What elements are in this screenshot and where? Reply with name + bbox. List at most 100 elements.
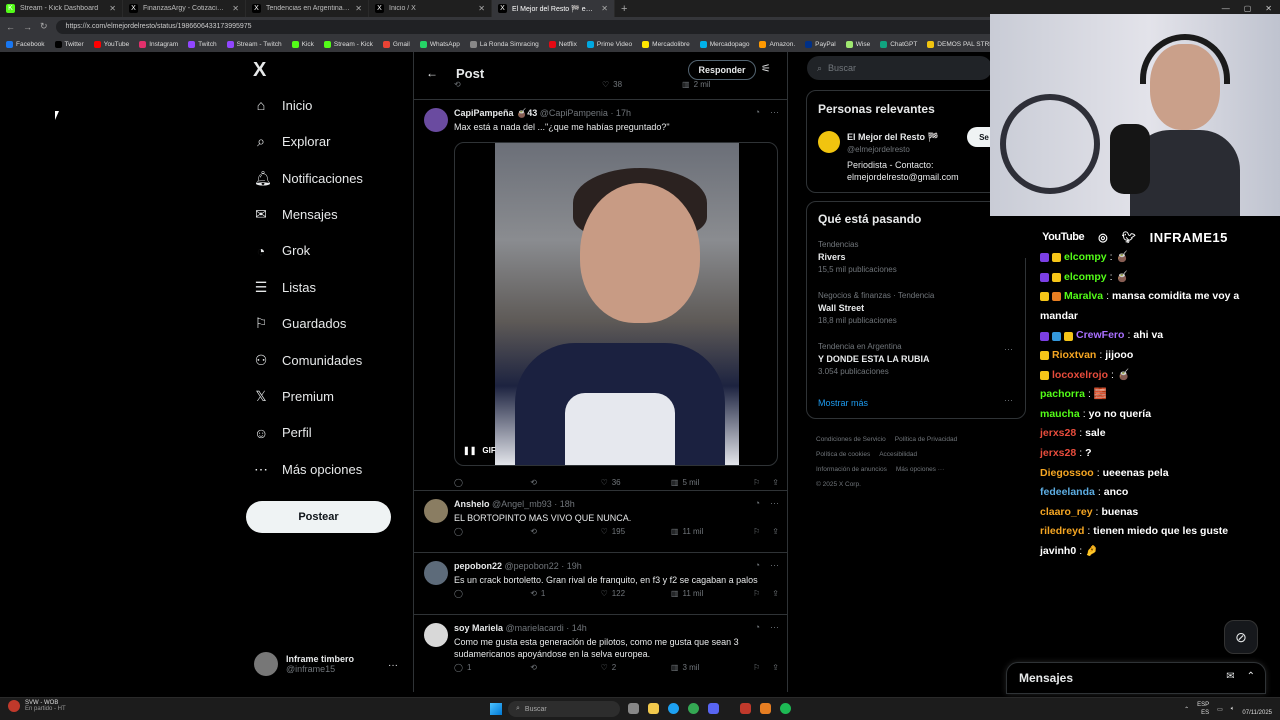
pause-icon[interactable]: ❚❚ <box>463 446 476 455</box>
views-button[interactable]: ▥ 2 mil <box>682 80 710 89</box>
bookmark[interactable]: Prime Video <box>586 40 632 48</box>
tweet-author[interactable]: pepobon22 <box>454 561 502 571</box>
filter-icon[interactable]: ⚟ <box>761 62 771 75</box>
footer-link[interactable]: Más opciones ··· <box>896 466 944 473</box>
sidebar-item-premium[interactable]: 𝕏 Premium <box>254 388 334 405</box>
like-button[interactable]: ♡ 122 <box>601 589 671 598</box>
share-icon[interactable]: ⇪ <box>772 527 779 536</box>
close-icon[interactable]: ✕ <box>478 4 485 13</box>
browser-tab[interactable]: X Tendencias en Argentina (@porq ✕ <box>246 0 369 17</box>
like-button[interactable]: ♡ 38 <box>602 80 662 89</box>
bookmark[interactable]: Mercadolibre <box>642 40 690 48</box>
chat-username[interactable]: maucha <box>1040 405 1080 425</box>
bookmark[interactable]: Wise <box>845 40 870 48</box>
bookmark[interactable]: La Ronda Simracing <box>469 40 539 48</box>
close-icon[interactable]: ✕ <box>232 4 239 13</box>
tweet[interactable]: soy Mariela @marielacardi · 14h ◔ ··· Como … <box>414 614 787 692</box>
tweet[interactable]: CapiPampeña 🧉43 @CapiPampenia · 17h ◔ ··· M… <box>414 99 787 490</box>
more-icon[interactable]: ··· <box>1004 395 1013 405</box>
views-button[interactable]: ▥ 5 mil <box>671 478 747 487</box>
minimize-icon[interactable]: — <box>1222 4 1230 13</box>
chat-username[interactable]: elcompy <box>1064 248 1107 268</box>
repost-button[interactable]: ⟲ <box>530 478 600 487</box>
views-button[interactable]: ▥ 3 mil <box>671 663 747 672</box>
back-arrow-icon[interactable]: ← <box>6 22 15 32</box>
chat-username[interactable]: claaro_rey <box>1040 503 1093 523</box>
bookmark[interactable]: Stream - Twitch <box>226 40 282 48</box>
tweet-author[interactable]: soy Mariela <box>454 623 503 633</box>
discord-icon[interactable] <box>708 703 719 714</box>
reply-button[interactable]: Responder <box>688 60 756 80</box>
spotify-icon[interactable] <box>780 703 791 714</box>
grok-icon[interactable]: ◔ <box>755 622 760 632</box>
bookmark-icon[interactable]: ⚐ <box>753 589 760 598</box>
sidebar-item-grok[interactable]: ◔ Grok <box>254 243 310 259</box>
tweet[interactable]: Anshelo @Angel_mb93 · 18h ◔ ··· EL BORTOPIN… <box>414 490 787 552</box>
like-button[interactable]: ♡ 2 <box>601 663 671 672</box>
avatar[interactable] <box>818 131 840 153</box>
chat-username[interactable]: CrewFero <box>1076 326 1124 346</box>
sidebar-item-notificaciones[interactable]: 🔔︎ Notificaciones <box>254 170 363 187</box>
bookmark[interactable]: WhatsApp <box>419 40 460 48</box>
trend-item[interactable]: Tendencias Rivers 15,5 mil publicaciones <box>818 240 897 274</box>
bookmark[interactable]: Facebook <box>6 40 45 48</box>
file-explorer-icon[interactable] <box>648 703 659 714</box>
sidebar-item-perfil[interactable]: ☺ Perfil <box>254 425 312 441</box>
share-icon[interactable]: ⇪ <box>772 478 779 487</box>
avatar[interactable] <box>424 108 448 132</box>
close-icon[interactable]: ✕ <box>109 4 116 13</box>
more-icon[interactable]: ··· <box>770 107 779 117</box>
sidebar-item-mensajes[interactable]: ✉ Mensajes <box>254 206 338 223</box>
relevant-name[interactable]: El Mejor del Resto 🏁 <box>847 132 939 143</box>
chat-username[interactable]: Rioxtvan <box>1052 346 1096 366</box>
windows-start-icon[interactable] <box>490 703 502 715</box>
chrome-icon[interactable] <box>688 703 699 714</box>
bookmark[interactable]: Amazon. <box>759 40 795 48</box>
taskbar-widget[interactable]: SVW - WOB En partido - HT <box>8 700 66 712</box>
grok-icon[interactable]: ◔ <box>755 498 760 508</box>
views-button[interactable]: ▥ 11 mil <box>671 527 747 536</box>
chat-username[interactable]: Diegossoo <box>1040 464 1094 484</box>
browser-tab[interactable]: X FinanzasArgy - Cotizaciones en ti ✕ <box>123 0 246 17</box>
forward-arrow-icon[interactable]: → <box>23 22 32 32</box>
bookmark[interactable]: Instagram <box>139 40 178 48</box>
new-message-icon[interactable]: ✉ <box>1226 671 1234 682</box>
chat-username[interactable]: riledreyd <box>1040 522 1084 542</box>
chat-username[interactable]: locoxelrojo <box>1052 366 1108 386</box>
chat-username[interactable]: fedeelanda <box>1040 483 1095 503</box>
avatar[interactable] <box>424 623 448 647</box>
chat-username[interactable]: pachorra <box>1040 385 1085 405</box>
grok-icon[interactable]: ◔ <box>755 560 760 570</box>
bookmark[interactable]: ChatGPT <box>880 40 917 48</box>
app-icon[interactable] <box>760 703 771 714</box>
bookmark[interactable]: Stream - Kick <box>323 40 373 48</box>
volume-icon[interactable]: 🔈︎ <box>1231 706 1235 713</box>
close-icon[interactable]: ✕ <box>355 4 362 13</box>
sidebar-item-guardados[interactable]: ⚐ Guardados <box>254 315 347 332</box>
grok-icon[interactable]: ⊘ <box>1224 620 1258 654</box>
more-icon[interactable]: ··· <box>770 622 779 632</box>
share-icon[interactable]: ⇪ <box>772 663 779 672</box>
footer-link[interactable]: Accesibilidad <box>879 451 917 458</box>
sidebar-item-explorar[interactable]: ⌕ Explorar <box>254 133 330 150</box>
language[interactable]: ESP <box>1197 702 1209 708</box>
repost-icon[interactable]: ⟲ <box>454 80 532 89</box>
tweet[interactable]: pepobon22 @pepobon22 · 19h ◔ ··· Es un crac… <box>414 552 787 614</box>
messages-drawer[interactable]: Mensajes ✉ ⌃ <box>1006 662 1266 694</box>
tweet-author[interactable]: CapiPampeña 🧉43 <box>454 108 537 118</box>
bookmark[interactable]: PayPal <box>805 40 836 48</box>
bookmark[interactable]: Gmail <box>382 40 410 48</box>
like-button[interactable]: ♡ 195 <box>601 527 671 536</box>
footer-link[interactable]: Información de anuncios <box>816 466 887 473</box>
chat-username[interactable]: elcompy <box>1064 268 1107 288</box>
chat-username[interactable]: jerxs28 <box>1040 444 1076 464</box>
bookmark[interactable]: Netflix <box>548 40 577 48</box>
sidebar-item-listas[interactable]: ☰ Listas <box>254 279 316 296</box>
like-button[interactable]: ♡ 36 <box>601 478 671 487</box>
trend-item[interactable]: Negocios & finanzas · Tendencia Wall Stre… <box>818 291 934 325</box>
trend-item[interactable]: Tendencia en Argentina Y DONDE ESTA LA RU… <box>818 342 930 376</box>
network-icon[interactable]: ▭ <box>1217 706 1223 713</box>
close-icon[interactable]: ✕ <box>1265 4 1272 13</box>
sidebar-item-inicio[interactable]: ⌂ Inicio <box>254 97 313 113</box>
task-view-icon[interactable] <box>628 703 639 714</box>
